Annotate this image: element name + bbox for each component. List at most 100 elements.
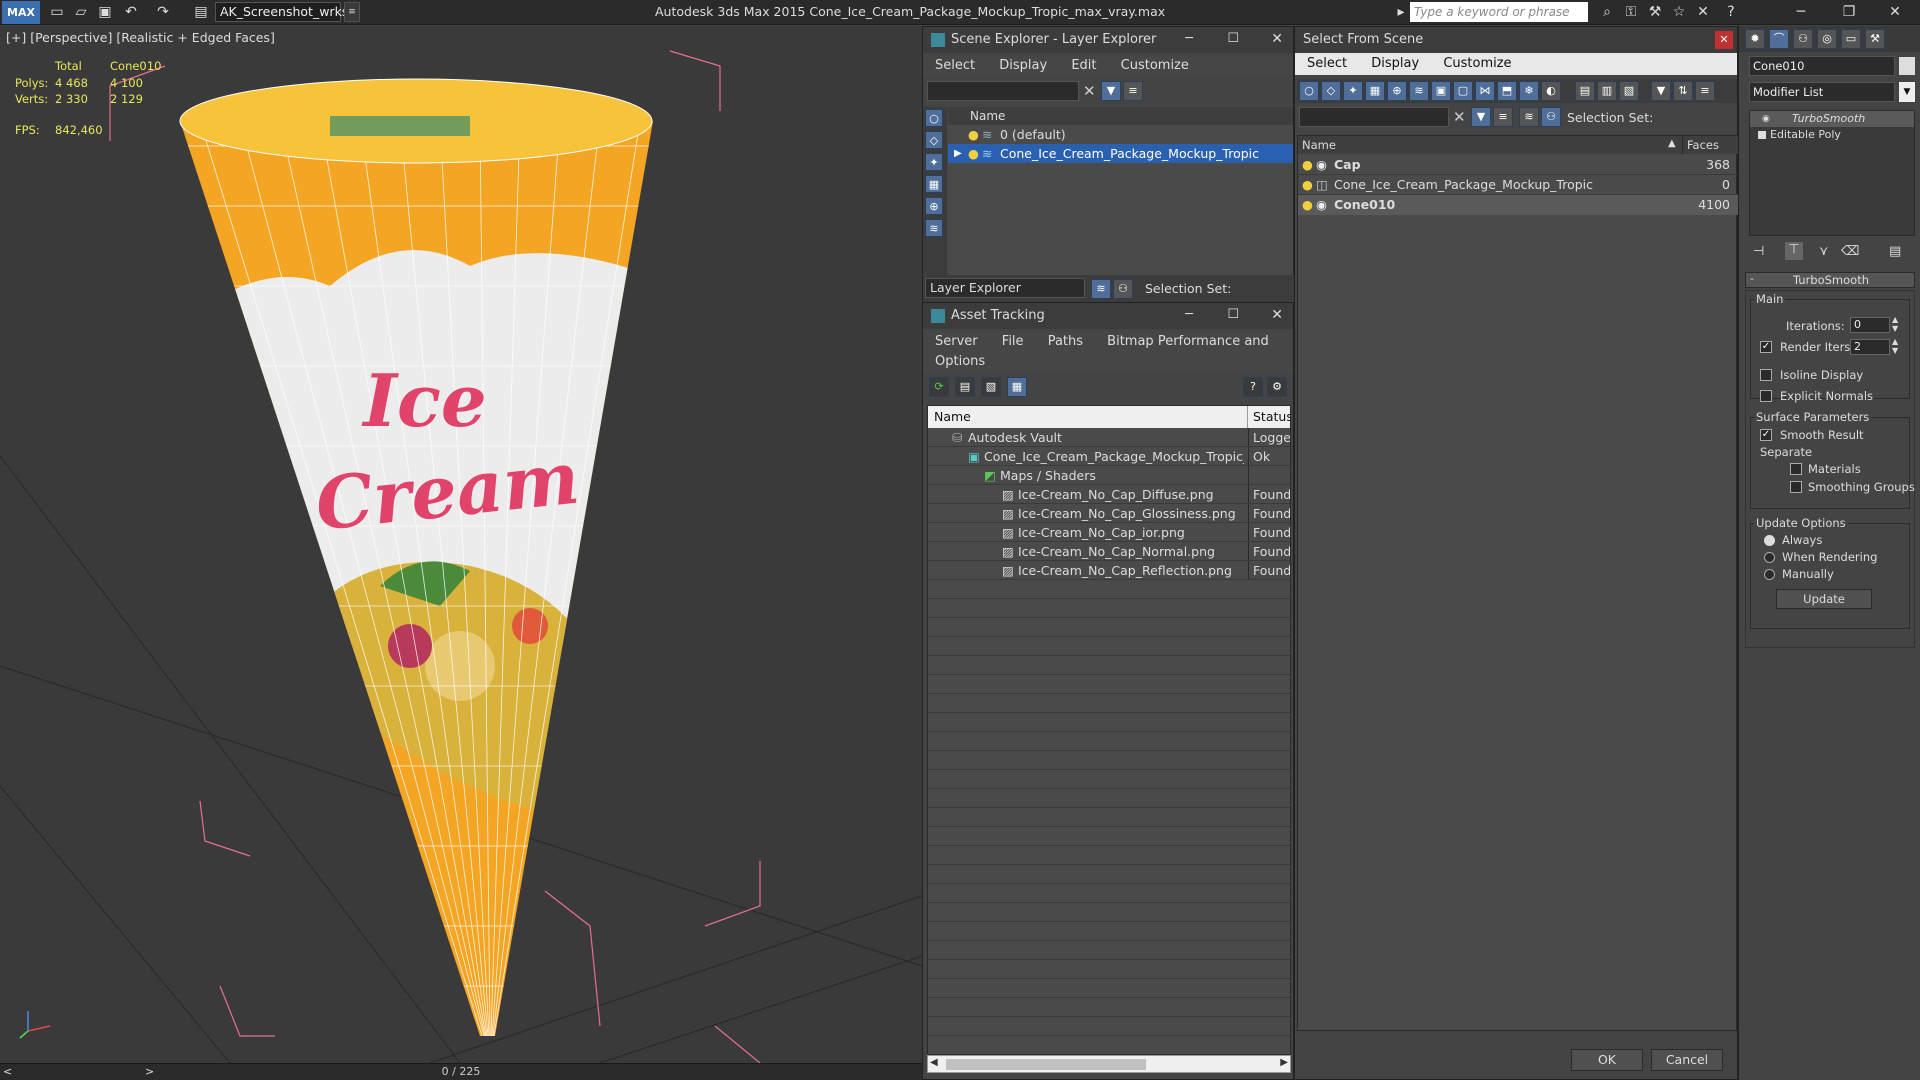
modifier-list-dropdown[interactable]: Modifier List (1749, 82, 1895, 102)
asset-row-reflection[interactable]: ▨ Ice-Cream_No_Cap_Reflection.png Found (928, 561, 1290, 580)
light-bulb-icon[interactable]: ● (968, 144, 979, 163)
key-icon[interactable]: ⚿ (1620, 2, 1642, 23)
light-bulb-icon[interactable]: ● (1302, 195, 1313, 214)
cancel-button[interactable]: Cancel (1651, 1049, 1723, 1071)
viewport-label[interactable]: [+] [Perspective] [Realistic + Edged Fac… (6, 30, 275, 45)
binoculars-icon[interactable]: ⌕ (1596, 2, 1618, 23)
menu-options[interactable]: Options (935, 354, 985, 369)
filter-groups-icon[interactable]: ▣ (1431, 81, 1451, 101)
workspace-dropdown[interactable]: AK_Screenshot_wrksp (215, 2, 356, 22)
stack-item-turbosmooth[interactable]: ◉ TurboSmooth (1750, 111, 1914, 127)
sfs-row-cone-group[interactable]: ● ◫ Cone_Ice_Cream_Package_Mockup_Tropic… (1298, 175, 1738, 195)
display-helpers-icon[interactable]: ⊕ (925, 197, 943, 215)
explorer-type-dropdown[interactable]: Layer Explorer (925, 278, 1085, 298)
asset-row-diffuse[interactable]: ▨ Ice-Cream_No_Cap_Diffuse.png Found (928, 485, 1290, 504)
search-arrow-icon[interactable]: ▸ (1390, 2, 1412, 23)
sfs-row-cap[interactable]: ● ◉ Cap 368 (1298, 155, 1738, 175)
new-file-icon[interactable]: ▭ (46, 2, 68, 23)
render-iters-checkbox[interactable]: ✓ (1760, 341, 1772, 353)
menu-display[interactable]: Display (999, 58, 1047, 73)
tree-row-default-layer[interactable]: ● ≋ 0 (default) (948, 125, 1293, 144)
layer-explorer-icon[interactable]: ≋ (1091, 279, 1111, 299)
menu-customize[interactable]: Customize (1121, 58, 1189, 73)
hierarchy-tab-icon[interactable]: ⚇ (1793, 29, 1813, 49)
asset-horizontal-scrollbar[interactable]: ◀ ▶ (927, 1055, 1291, 1073)
light-bulb-icon[interactable]: ● (1302, 175, 1313, 194)
close-search-icon[interactable]: ✕ (1692, 2, 1714, 23)
favorites-star-icon[interactable]: ☆ (1668, 2, 1690, 23)
project-folder-icon[interactable]: ▤ (190, 2, 212, 23)
scene-explorer-filter-input[interactable] (927, 81, 1079, 101)
stack-item-editable-poly[interactable]: Editable Poly (1750, 127, 1914, 143)
sfs-menu-display[interactable]: Display (1371, 56, 1419, 71)
column-status-header[interactable]: Status (1248, 406, 1290, 428)
iterations-spinner[interactable]: 0 (1850, 317, 1890, 333)
modify-tab-icon[interactable]: ⌒ (1769, 29, 1789, 49)
sfs-column-faces[interactable]: Faces (1682, 136, 1738, 154)
sfs-clear-filter-icon[interactable]: ✕ (1453, 108, 1466, 126)
display-geometry-icon[interactable]: ○ (925, 109, 943, 127)
display-tab-icon[interactable]: ▭ (1841, 29, 1861, 49)
display-shapes-icon[interactable]: ◇ (925, 131, 943, 149)
filter-shapes-icon[interactable]: ◇ (1321, 81, 1341, 101)
display-cameras-icon[interactable]: ▦ (925, 175, 943, 193)
update-button[interactable]: Update (1776, 589, 1872, 609)
scene-explorer-minimize-icon[interactable]: ─ (1185, 31, 1193, 46)
when-rendering-radio[interactable] (1764, 552, 1775, 563)
filter-xrefs-icon[interactable]: ▢ (1453, 81, 1473, 101)
asset-row-maps[interactable]: ◩ Maps / Shaders (928, 466, 1290, 485)
sfs-sort-icon[interactable]: ⇅ (1673, 81, 1693, 101)
select-invert-icon[interactable]: ▧ (1619, 81, 1639, 101)
asset-help-icon[interactable]: ? (1243, 377, 1263, 397)
filter-helpers-icon[interactable]: ⊕ (1387, 81, 1407, 101)
scene-explorer-close-icon[interactable]: ✕ (1271, 31, 1283, 47)
light-bulb-icon[interactable]: ● (968, 125, 979, 144)
sfs-hierarchy-icon[interactable]: ⚇ (1541, 107, 1561, 127)
configure-sets-icon[interactable]: ▤ (1889, 244, 1901, 259)
restore-icon[interactable]: ❐ (1838, 2, 1860, 23)
filter-hidden-icon[interactable]: ◐ (1541, 81, 1561, 101)
smoothing-groups-checkbox[interactable] (1790, 481, 1802, 493)
pin-stack-icon[interactable]: ⊣ (1753, 244, 1764, 259)
materials-checkbox[interactable] (1790, 463, 1802, 475)
column-name-header[interactable]: Name (928, 406, 1248, 428)
object-color-swatch[interactable] (1899, 57, 1915, 75)
redo-icon[interactable]: ↷ (152, 2, 174, 23)
filter-frozen-icon[interactable]: ❄ (1519, 81, 1539, 101)
manually-radio[interactable] (1764, 569, 1775, 580)
render-iters-spin-arrows[interactable]: ▲ ▼ (1892, 337, 1898, 355)
search-input[interactable]: Type a keyword or phrase (1410, 2, 1588, 22)
render-iters-spinner[interactable]: 2 (1850, 339, 1890, 355)
open-file-icon[interactable]: ▱ (70, 2, 92, 23)
select-none-icon[interactable]: ▥ (1597, 81, 1617, 101)
sfs-options-icon[interactable]: ≡ (1695, 81, 1715, 101)
filter-spacewarps-icon[interactable]: ≋ (1409, 81, 1429, 101)
sfs-menu-customize[interactable]: Customize (1443, 56, 1511, 71)
show-end-result-icon[interactable]: ⊤ (1785, 242, 1803, 260)
time-slider[interactable]: < 0 / 225 > (0, 1063, 922, 1080)
app-logo[interactable]: MAX (2, 1, 40, 24)
asset-tracking-minimize-icon[interactable]: ─ (1185, 307, 1193, 322)
asset-row-normal[interactable]: ▨ Ice-Cream_No_Cap_Normal.png Found (928, 542, 1290, 561)
layer-options-icon[interactable]: ≡ (1123, 81, 1143, 101)
sfs-layer-icon[interactable]: ≡ (1493, 107, 1513, 127)
select-all-icon[interactable]: ▤ (1575, 81, 1595, 101)
filter-icon[interactable]: ▼ (1101, 81, 1121, 101)
expand-arrow-icon[interactable]: ▶ (954, 144, 962, 163)
asset-row-max-file[interactable]: ▣ Cone_Ice_Cream_Package_Mockup_Tropic_m… (928, 447, 1290, 466)
menu-file[interactable]: File (1002, 334, 1024, 349)
light-bulb-icon[interactable]: ● (1302, 155, 1313, 174)
scene-explorer-maximize-icon[interactable]: ☐ (1227, 31, 1239, 46)
table-view-icon[interactable]: ▦ (1007, 377, 1027, 397)
ok-button[interactable]: OK (1571, 1049, 1643, 1071)
remove-modifier-icon[interactable]: ⌫ (1841, 244, 1859, 259)
asset-tracking-maximize-icon[interactable]: ☐ (1227, 307, 1239, 322)
workspace-menu-icon[interactable]: ≡ (344, 2, 360, 22)
sort-up-icon[interactable]: ▲ (1668, 138, 1676, 149)
smooth-result-checkbox[interactable]: ✓ (1760, 429, 1772, 441)
refresh-icon[interactable]: ⟳ (929, 377, 949, 397)
sfs-find-icon[interactable]: ▼ (1471, 107, 1491, 127)
menu-paths[interactable]: Paths (1048, 334, 1083, 349)
clear-filter-icon[interactable]: ✕ (1083, 82, 1096, 100)
explicit-normals-checkbox[interactable] (1760, 390, 1772, 402)
